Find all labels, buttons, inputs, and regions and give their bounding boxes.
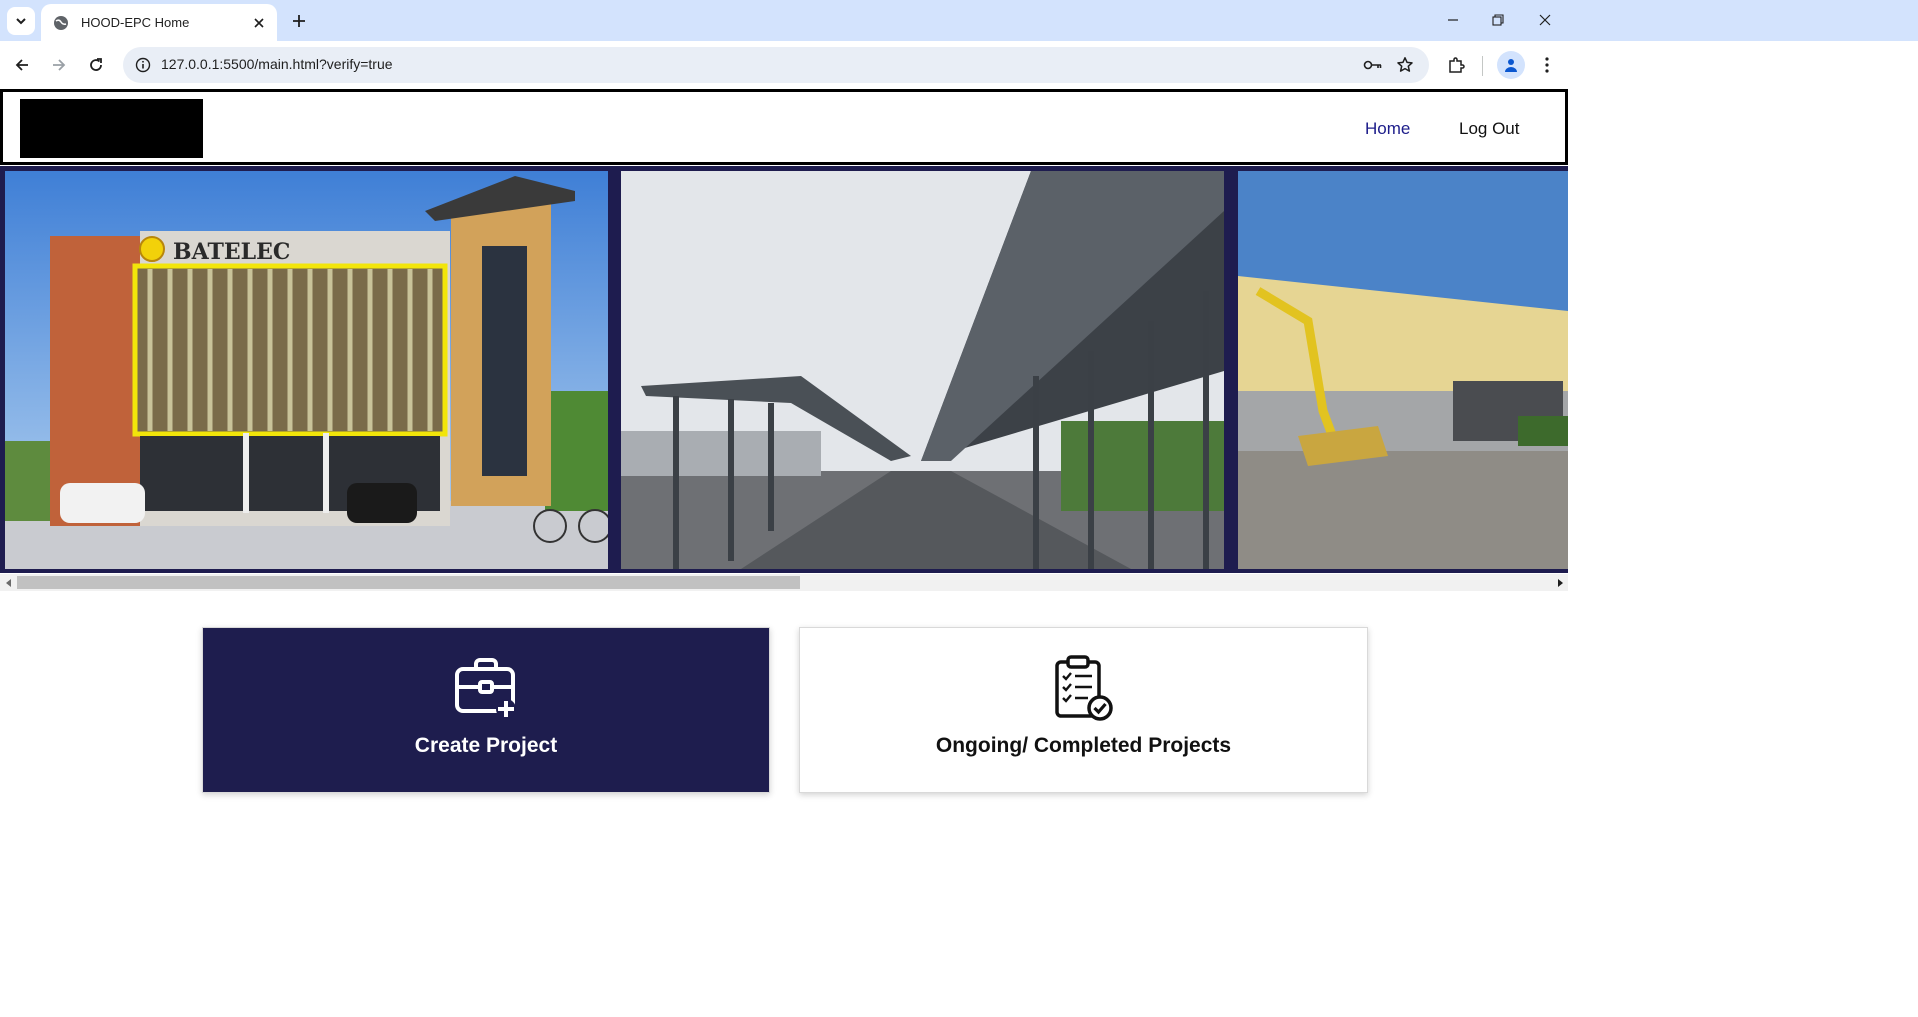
carousel-slide-building: BATELEC	[5, 171, 608, 569]
key-icon[interactable]	[1361, 53, 1385, 77]
carousel-scrollbar[interactable]	[0, 574, 1568, 591]
page-viewport: Home Log Out BATELEC Create Project Ongo…	[0, 89, 1918, 1017]
restore-button[interactable]	[1475, 4, 1521, 36]
extensions-button[interactable]	[1442, 51, 1470, 79]
scrollbar-thumb[interactable]	[17, 576, 800, 589]
scroll-right-icon[interactable]	[1551, 574, 1568, 591]
reload-icon	[90, 58, 102, 71]
toolbar-divider	[1482, 56, 1483, 76]
right-blank-area	[1568, 89, 1918, 1017]
tab-title: HOOD-EPC Home	[81, 15, 190, 30]
project-image-carousel[interactable]: BATELEC	[0, 166, 1568, 573]
globe-icon	[53, 15, 69, 31]
nav-home-link[interactable]: Home	[1365, 119, 1410, 139]
new-tab-button[interactable]	[286, 8, 312, 34]
window-close-button[interactable]	[1522, 4, 1568, 36]
menu-button[interactable]	[1533, 51, 1561, 79]
ongoing-projects-card[interactable]: Ongoing/ Completed Projects	[799, 627, 1368, 793]
minimize-button[interactable]	[1430, 4, 1476, 36]
carousel-slide-warehouse	[1238, 171, 1568, 569]
tab-search-button[interactable]	[7, 7, 35, 35]
nav-logout-link[interactable]: Log Out	[1459, 119, 1520, 139]
close-icon[interactable]	[247, 11, 271, 35]
briefcase-plus-icon	[452, 654, 520, 722]
building-sign-text: BATELEC	[173, 239, 290, 265]
plus-icon	[293, 15, 305, 27]
restore-icon	[1492, 14, 1504, 26]
site-info-icon[interactable]	[131, 53, 155, 77]
arrow-left-icon	[15, 59, 28, 71]
site-navbar: Home Log Out	[0, 89, 1568, 165]
create-project-label: Create Project	[414, 734, 558, 757]
back-button[interactable]	[8, 51, 36, 79]
browser-toolbar: 127.0.0.1:5500/main.html?verify=true	[0, 41, 1918, 89]
chevron-down-icon	[16, 18, 26, 25]
reload-button[interactable]	[82, 51, 110, 79]
minimize-icon	[1448, 19, 1458, 21]
bookmark-star-icon[interactable]	[1393, 53, 1417, 77]
puzzle-icon	[1449, 57, 1465, 73]
forward-button[interactable]	[45, 51, 73, 79]
create-project-card[interactable]: Create Project	[202, 627, 770, 793]
clipboard-check-icon	[1050, 654, 1118, 722]
more-vert-icon	[1545, 57, 1549, 73]
arrow-right-icon	[53, 59, 66, 71]
site-logo[interactable]	[20, 99, 203, 158]
ongoing-projects-label: Ongoing/ Completed Projects	[935, 734, 1232, 757]
address-bar[interactable]: 127.0.0.1:5500/main.html?verify=true	[123, 47, 1429, 83]
person-icon	[1505, 59, 1517, 72]
close-icon	[1539, 14, 1551, 26]
carousel-slide-carport	[621, 171, 1224, 569]
browser-tab-active[interactable]: HOOD-EPC Home	[41, 4, 277, 41]
profile-avatar[interactable]	[1497, 51, 1525, 79]
scroll-left-icon[interactable]	[0, 574, 17, 591]
browser-tabstrip: HOOD-EPC Home	[0, 0, 1918, 41]
url-text[interactable]: 127.0.0.1:5500/main.html?verify=true	[161, 56, 393, 72]
